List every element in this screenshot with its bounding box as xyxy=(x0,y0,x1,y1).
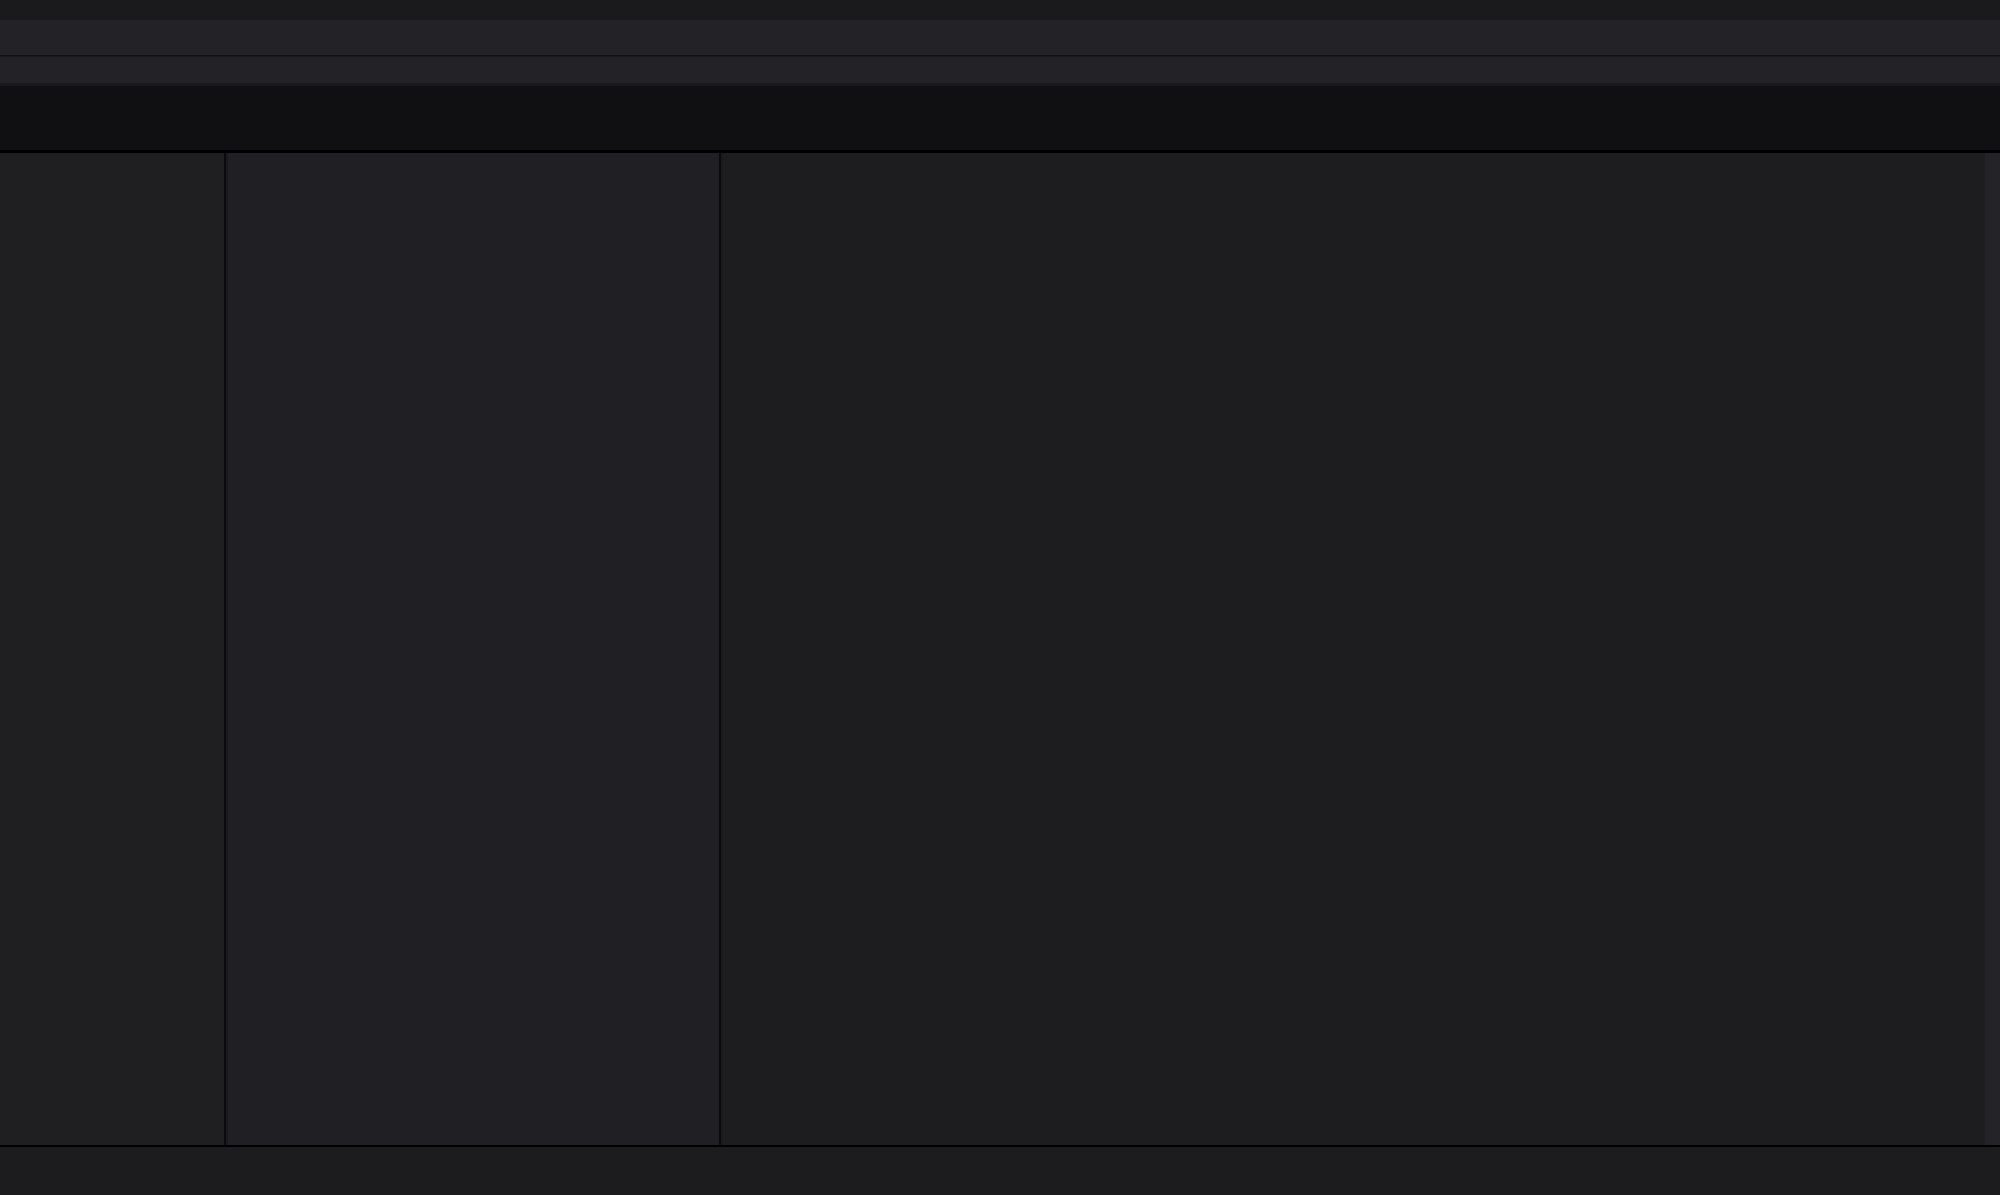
status-line xyxy=(0,57,2000,83)
nuendo-project-window xyxy=(0,0,2000,1195)
track-list xyxy=(228,153,721,1145)
transport-bar xyxy=(0,1145,2000,1195)
event-display xyxy=(723,153,1985,1145)
vertical-scrollbar[interactable] xyxy=(1985,153,2000,1145)
info-line xyxy=(0,86,2000,153)
toolbar xyxy=(0,20,2000,56)
menu-bar xyxy=(0,0,2000,20)
inspector-panel xyxy=(0,153,226,1145)
